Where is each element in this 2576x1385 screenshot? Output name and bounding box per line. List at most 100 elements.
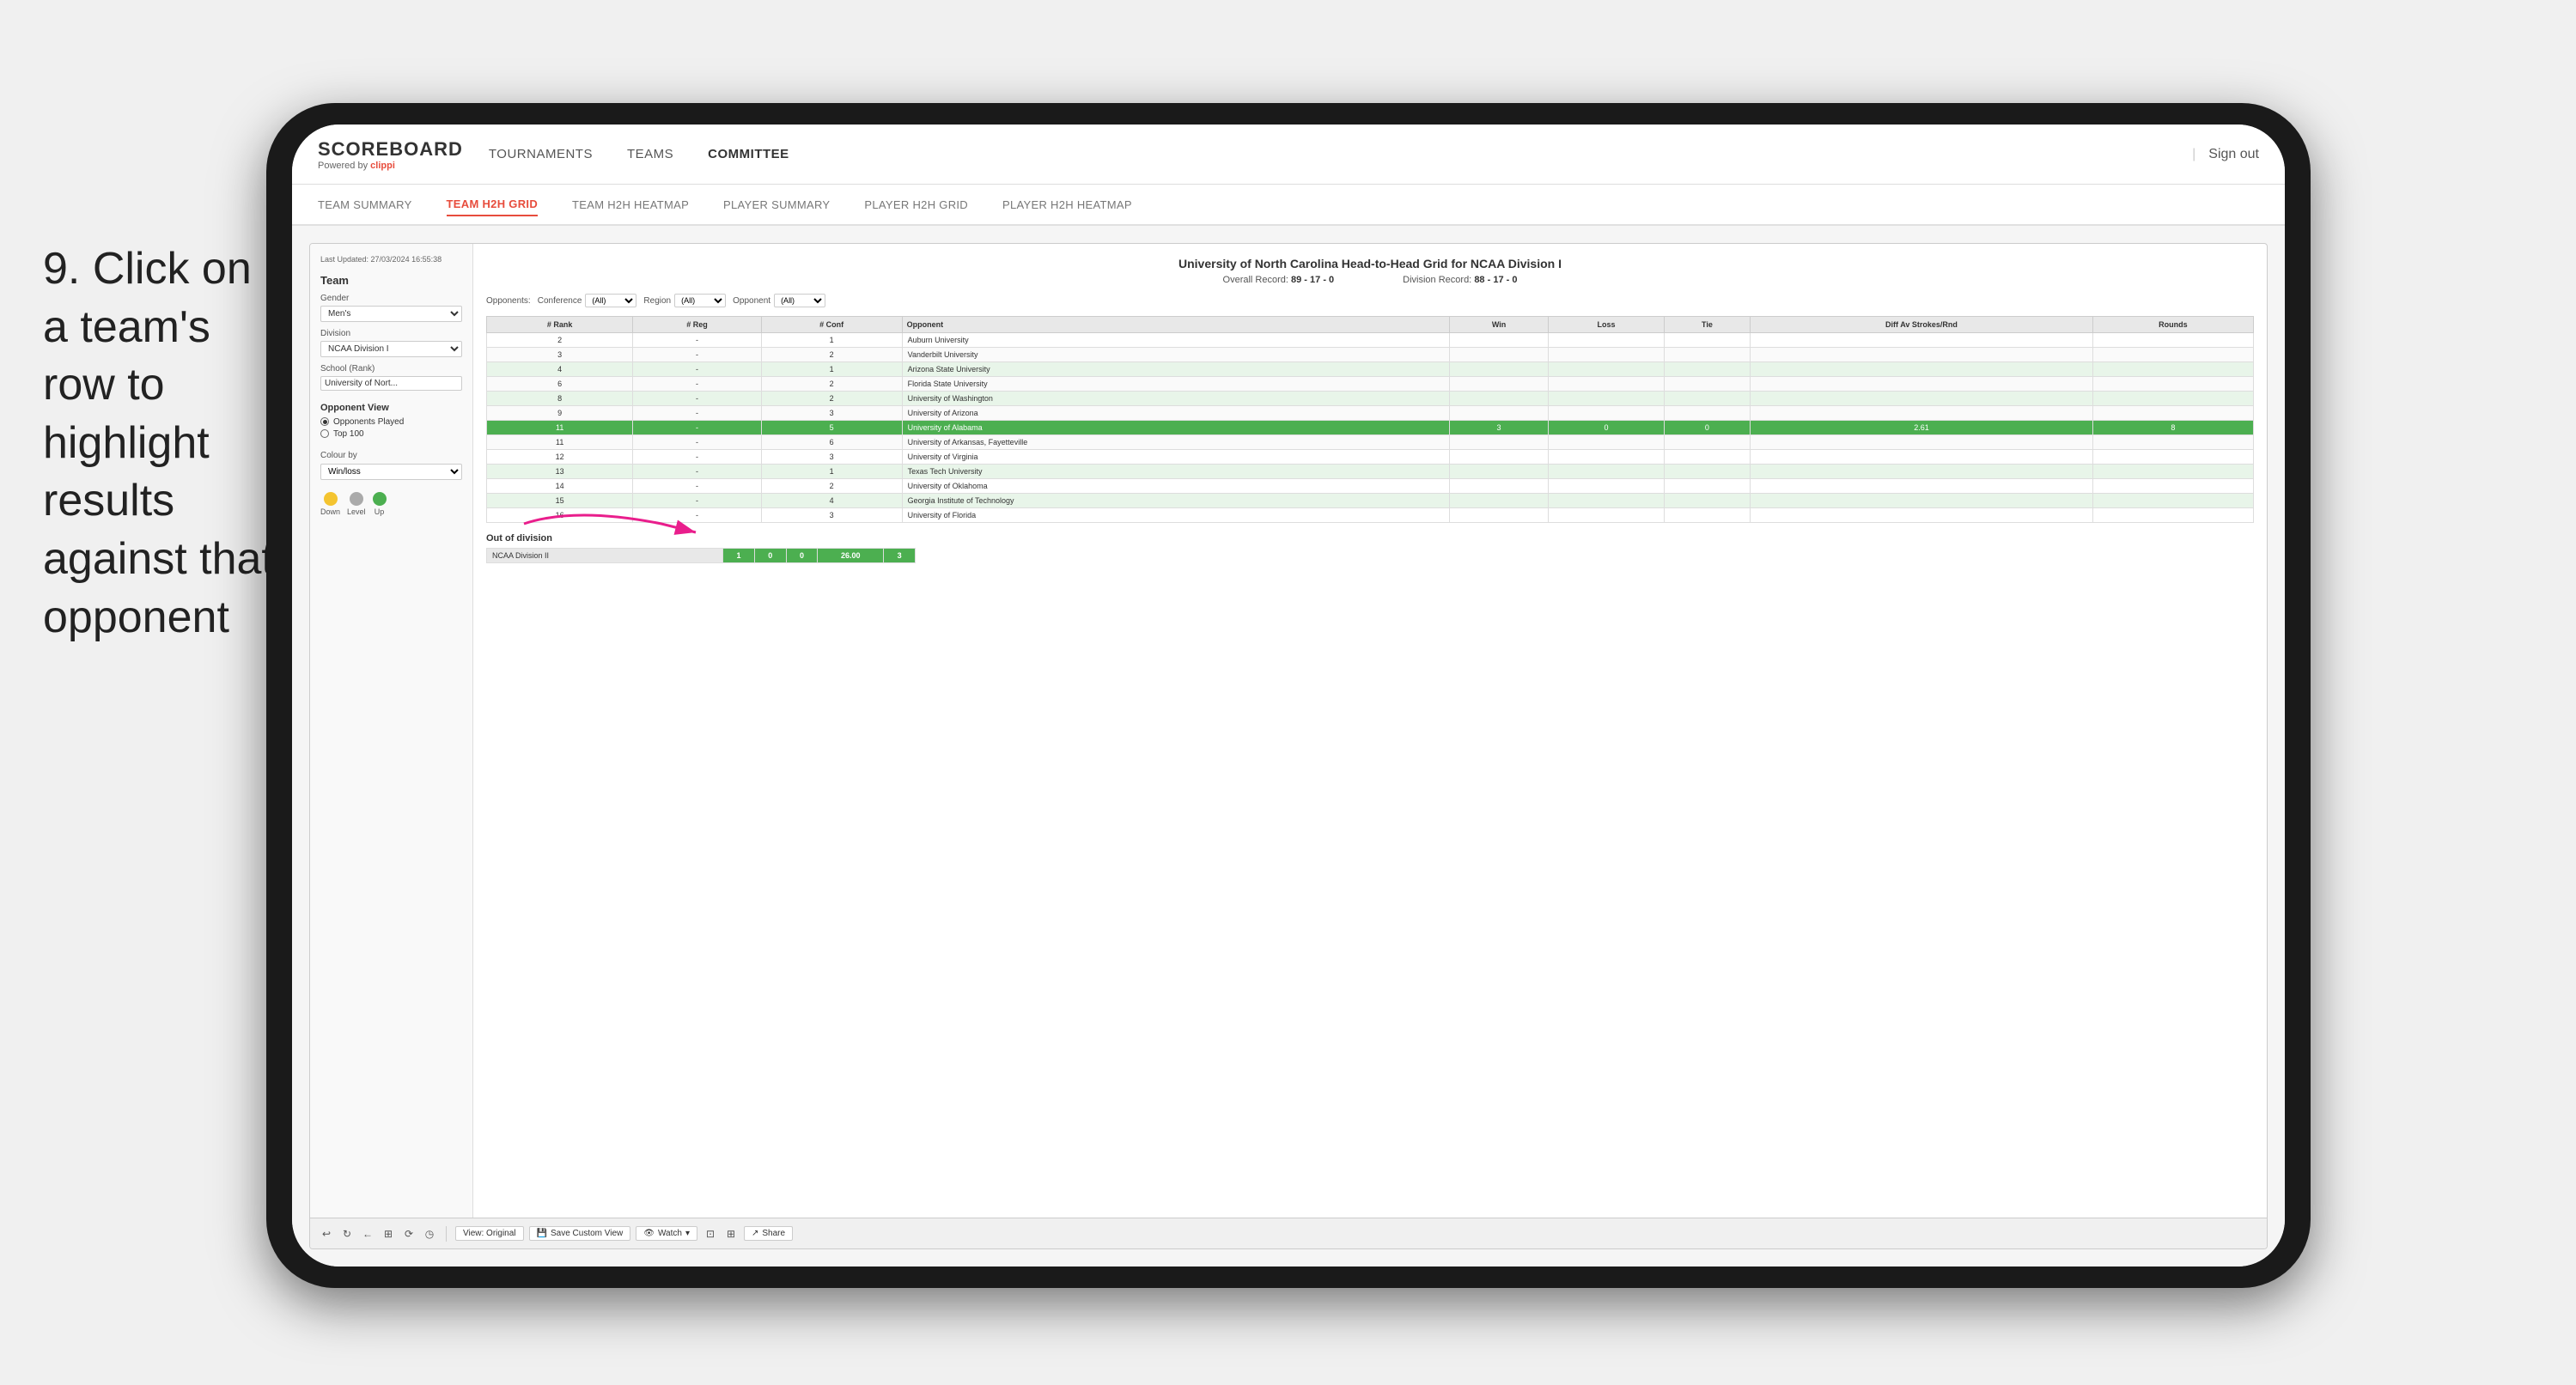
cell-conf: 2 — [761, 348, 902, 362]
table-row[interactable]: 11-6University of Arkansas, Fayetteville — [487, 435, 2254, 450]
cell-loss — [1549, 362, 1665, 377]
cell-tie: 0 — [1664, 421, 1750, 435]
ood-diff: 26.00 — [818, 549, 884, 563]
table-row[interactable]: 4-1Arizona State University — [487, 362, 2254, 377]
save-custom-btn[interactable]: 💾 Save Custom View — [529, 1226, 631, 1241]
cell-diff — [1751, 406, 2093, 421]
bottom-toolbar: ↩ ↻ ← ⊞ ⟳ ◷ View: Original 💾 Save Custom… — [310, 1218, 2267, 1248]
tableau-container: Last Updated: 27/03/2024 16:55:38 Team G… — [309, 243, 2268, 1249]
share-btn[interactable]: ↗ Share — [744, 1226, 793, 1241]
cell-conf: 6 — [761, 435, 902, 450]
back-icon[interactable]: ← — [360, 1226, 375, 1242]
table-row[interactable]: 13-1Texas Tech University — [487, 465, 2254, 479]
gender-select[interactable]: Men's — [320, 306, 462, 322]
table-row[interactable]: 3-2Vanderbilt University — [487, 348, 2254, 362]
cell-loss — [1549, 450, 1665, 465]
view-original-btn[interactable]: View: Original — [455, 1226, 524, 1241]
col-loss: Loss — [1549, 317, 1665, 333]
cell-tie — [1664, 348, 1750, 362]
sub-nav-player-summary[interactable]: PLAYER SUMMARY — [723, 194, 830, 216]
cell-reg: - — [633, 465, 761, 479]
table-row[interactable]: 14-2University of Oklahoma — [487, 479, 2254, 494]
opponent-view-radio-group: Opponents Played Top 100 — [320, 417, 462, 439]
table-row[interactable]: 6-2Florida State University — [487, 377, 2254, 392]
cell-diff — [1751, 435, 2093, 450]
col-tie: Tie — [1664, 317, 1750, 333]
region-label: Region — [643, 296, 671, 306]
table-row[interactable]: 8-2University of Washington — [487, 392, 2254, 406]
school-label: School (Rank) — [320, 364, 462, 374]
cell-diff — [1751, 465, 2093, 479]
cell-loss — [1549, 479, 1665, 494]
colour-by-select[interactable]: Win/loss — [320, 464, 462, 480]
table-row[interactable]: 11-5University of Alabama3002.618 — [487, 421, 2254, 435]
cell-rounds — [2092, 377, 2253, 392]
ood-loss: 0 — [754, 549, 786, 563]
cell-rounds — [2092, 479, 2253, 494]
table-row[interactable]: 16-3University of Florida — [487, 508, 2254, 523]
cell-reg: - — [633, 435, 761, 450]
grid-icon[interactable]: ⊞ — [723, 1226, 739, 1242]
cell-reg: - — [633, 450, 761, 465]
table-row[interactable]: 12-3University of Virginia — [487, 450, 2254, 465]
clock-icon[interactable]: ◷ — [422, 1226, 437, 1242]
cell-conf: 2 — [761, 377, 902, 392]
cell-rounds — [2092, 435, 2253, 450]
legend-up-circle — [373, 492, 387, 506]
toolbar-sep-1 — [446, 1226, 447, 1242]
nav-item-teams[interactable]: TEAMS — [627, 143, 673, 166]
cell-tie — [1664, 377, 1750, 392]
sub-nav-team-h2h-grid[interactable]: TEAM H2H GRID — [447, 193, 538, 216]
cell-rounds: 8 — [2092, 421, 2253, 435]
cell-tie — [1664, 450, 1750, 465]
cell-opponent: Auburn University — [902, 333, 1449, 348]
refresh-icon[interactable]: ⟳ — [401, 1226, 417, 1242]
cell-rank: 4 — [487, 362, 633, 377]
ood-rounds: 3 — [884, 549, 916, 563]
radio-top-100[interactable]: Top 100 — [320, 429, 462, 439]
cell-loss — [1549, 348, 1665, 362]
logo-area: SCOREBOARD Powered by clippi — [318, 138, 463, 171]
cell-loss — [1549, 435, 1665, 450]
table-row[interactable]: 2-1Auburn University — [487, 333, 2254, 348]
cell-opponent: University of Virginia — [902, 450, 1449, 465]
radio-opponents-played[interactable]: Opponents Played — [320, 417, 462, 427]
data-icon[interactable]: ⊞ — [381, 1226, 396, 1242]
cell-diff — [1751, 348, 2093, 362]
sign-out-link[interactable]: Sign out — [2208, 147, 2259, 162]
conference-select[interactable]: (All) — [585, 294, 636, 307]
cell-reg: - — [633, 421, 761, 435]
cell-opponent: University of Florida — [902, 508, 1449, 523]
table-row[interactable]: 9-3University of Arizona — [487, 406, 2254, 421]
grid-area: University of North Carolina Head-to-Hea… — [473, 244, 2267, 1218]
region-select[interactable]: (All) — [674, 294, 726, 307]
table-row[interactable]: 15-4Georgia Institute of Technology — [487, 494, 2254, 508]
cell-opponent: Florida State University — [902, 377, 1449, 392]
cell-conf: 5 — [761, 421, 902, 435]
sub-nav-team-summary[interactable]: TEAM SUMMARY — [318, 194, 412, 216]
opponent-select[interactable]: (All) — [774, 294, 825, 307]
sub-nav-player-h2h-heatmap[interactable]: PLAYER H2H HEATMAP — [1002, 194, 1132, 216]
undo-icon[interactable]: ↩ — [319, 1226, 334, 1242]
nav-item-tournaments[interactable]: TOURNAMENTS — [489, 143, 593, 166]
watch-btn[interactable]: 👁 Watch ▾ — [636, 1226, 697, 1241]
sub-nav-team-h2h-heatmap[interactable]: TEAM H2H HEATMAP — [572, 194, 689, 216]
division-select[interactable]: NCAA Division I — [320, 341, 462, 357]
school-input[interactable] — [320, 376, 462, 391]
grid-records: Overall Record: 89 - 17 - 0 Division Rec… — [486, 275, 2254, 285]
cell-rounds — [2092, 333, 2253, 348]
region-filter: Region (All) — [643, 294, 726, 307]
cell-win — [1449, 377, 1548, 392]
cell-rank: 11 — [487, 421, 633, 435]
filter-row: Opponents: Conference (All) Region — [486, 294, 2254, 307]
present-icon[interactable]: ⊡ — [703, 1226, 718, 1242]
col-win: Win — [1449, 317, 1548, 333]
col-rank: # Rank — [487, 317, 633, 333]
sub-nav-player-h2h-grid[interactable]: PLAYER H2H GRID — [864, 194, 968, 216]
cell-conf: 3 — [761, 508, 902, 523]
nav-item-committee[interactable]: COMMITTEE — [708, 143, 789, 166]
redo-icon[interactable]: ↻ — [339, 1226, 355, 1242]
conference-filter: Conference (All) — [538, 294, 637, 307]
division-label: Division — [320, 329, 462, 338]
cell-opponent: University of Washington — [902, 392, 1449, 406]
